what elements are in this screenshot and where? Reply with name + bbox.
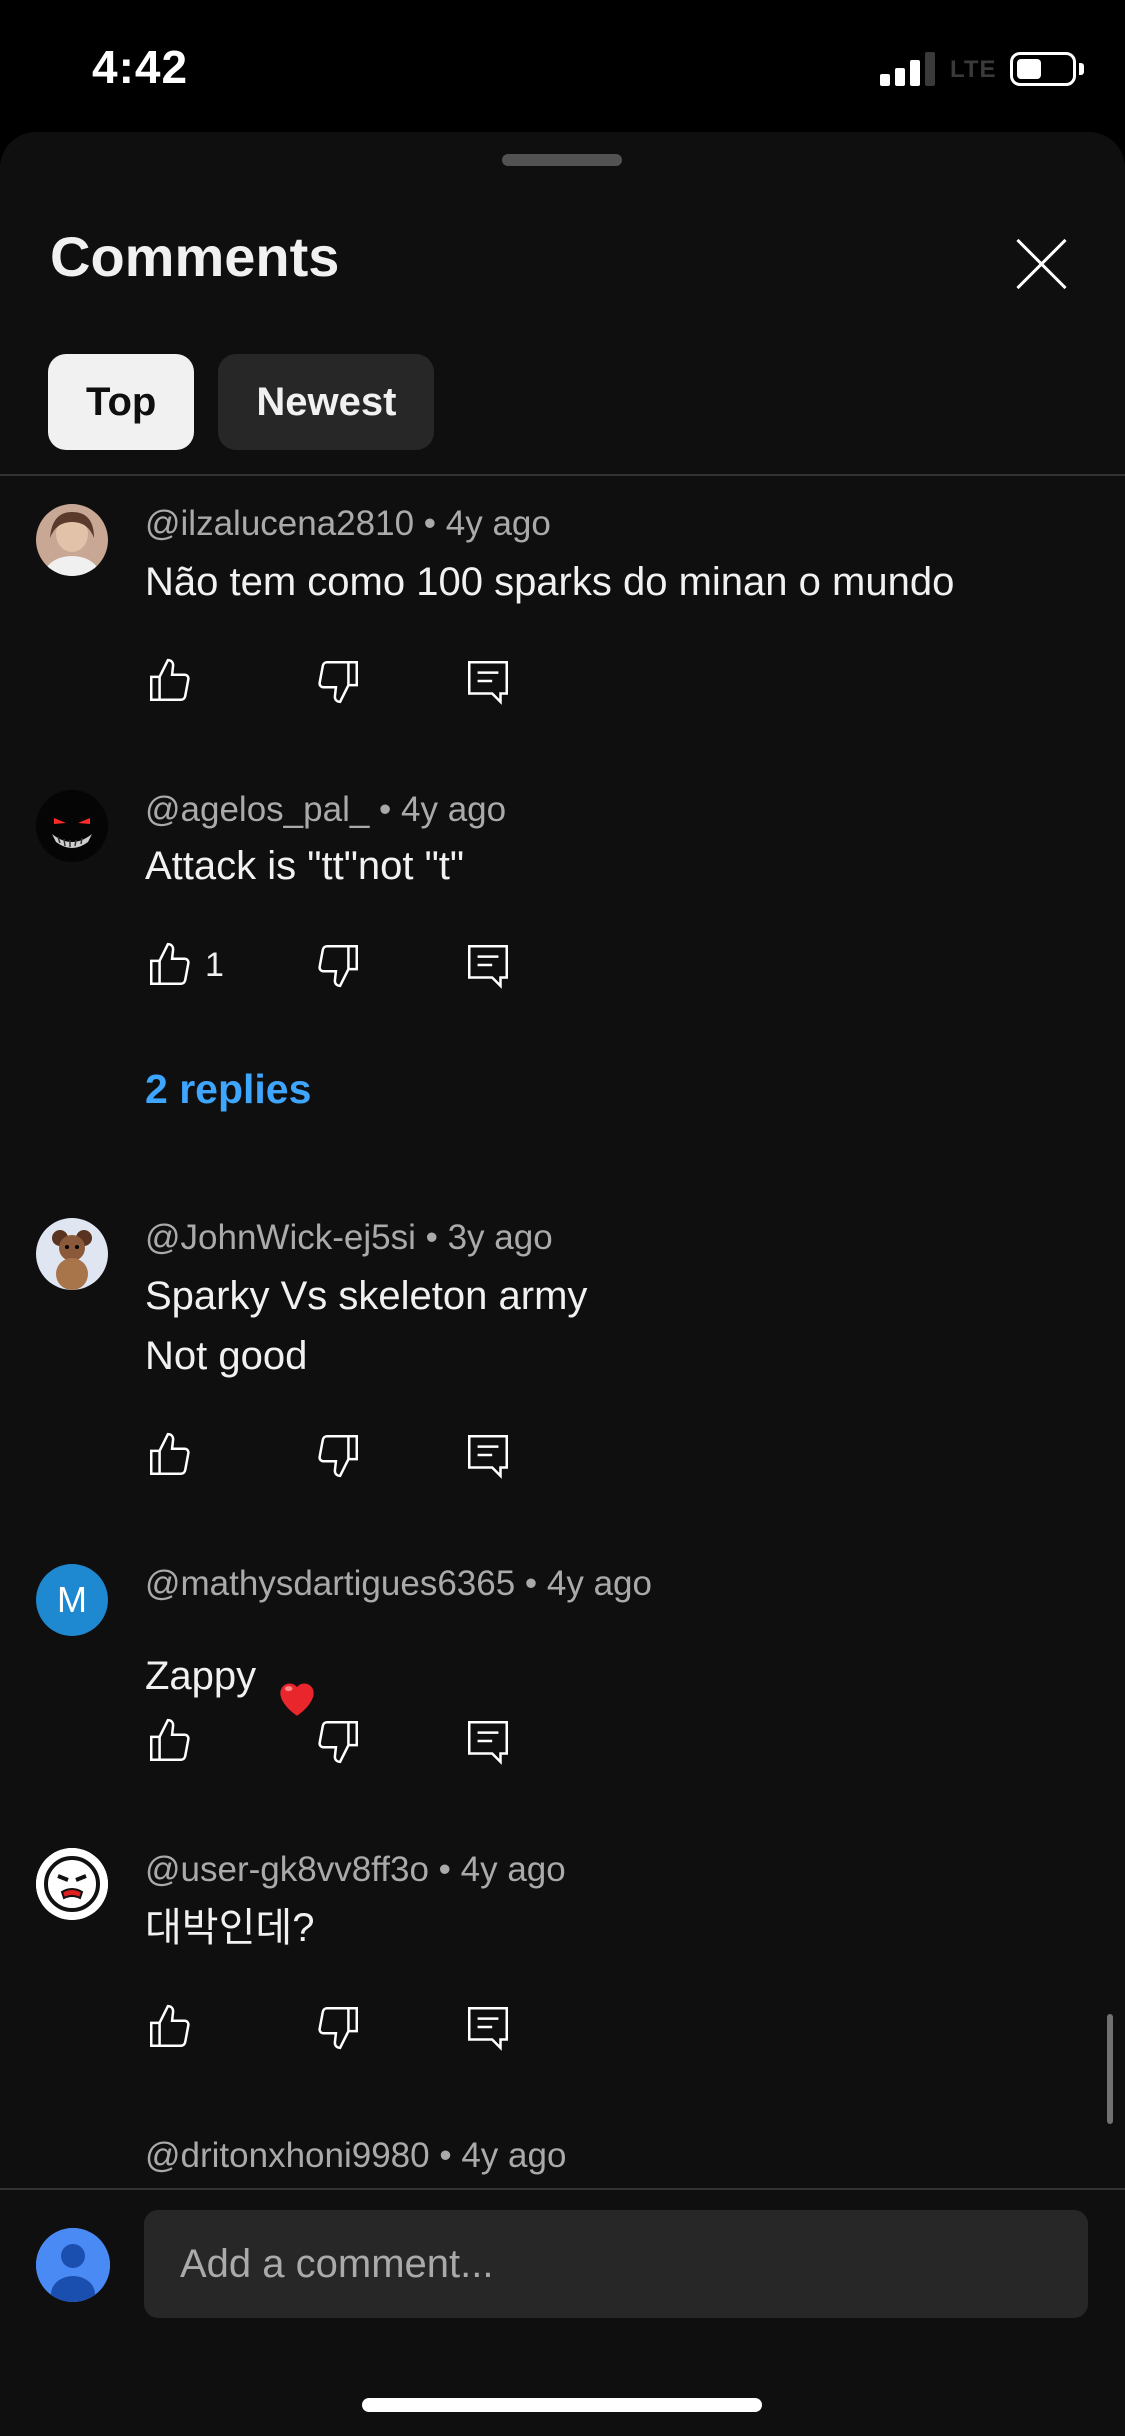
comment-meta: @ilzalucena2810 • 4y ago [145, 504, 551, 543]
comment-meta: @dritonxhoni9980 • 4y ago [145, 2136, 567, 2175]
sort-chips: Top Newest [48, 354, 435, 450]
comment-time: 4y ago [546, 1564, 652, 1603]
comment-author[interactable]: @ilzalucena2810 [145, 504, 414, 543]
like-icon[interactable] [145, 1430, 195, 1480]
sheet-grabber[interactable] [502, 154, 622, 166]
avatar-letter: M [57, 1579, 87, 1620]
status-time: 4:42 [92, 41, 189, 93]
dislike-icon[interactable] [313, 1430, 363, 1480]
comment-actions [145, 1716, 545, 1766]
scrollbar-thumb[interactable] [1107, 2014, 1113, 2124]
network-label: LTE [950, 56, 997, 83]
comment-text: Attack is "tt"not "t" [145, 844, 465, 888]
like-icon[interactable] [145, 940, 195, 990]
comment-text: Não tem como 100 sparks do minan o mundo [145, 560, 955, 604]
reply-icon[interactable] [463, 1716, 513, 1766]
comment-time: 4y ago [461, 2136, 567, 2175]
reply-icon[interactable] [463, 1430, 513, 1480]
comment-time: 4y ago [460, 1850, 566, 1889]
avatar[interactable] [36, 790, 108, 862]
avatar[interactable]: M [36, 1564, 108, 1636]
reply-icon[interactable] [463, 2002, 513, 2052]
comment-actions [145, 656, 545, 706]
comment-actions [145, 1430, 545, 1480]
comment-meta: @mathysdartigues6365 • 4y ago [145, 1564, 652, 1603]
home-indicator [362, 2398, 762, 2412]
comment-time: 3y ago [447, 1218, 553, 1257]
user-avatar [36, 2228, 110, 2302]
like-count: 1 [205, 946, 224, 984]
avatar[interactable] [36, 1848, 108, 1920]
reply-icon[interactable] [463, 940, 513, 990]
comment-composer [0, 2188, 1125, 2436]
comment-author[interactable]: @agelos_pal_ [145, 790, 369, 829]
comment-meta: @user-gk8vv8ff3o • 4y ago [145, 1850, 566, 1889]
comment-meta: @agelos_pal_ • 4y ago [145, 790, 507, 829]
comment-text: Sparky Vs skeleton army Not good [145, 1274, 588, 1378]
status-bar: 4:42 LTE [0, 0, 1125, 130]
comment-text: Zappy [145, 1653, 257, 1698]
comment-time: 4y ago [445, 504, 551, 543]
dislike-icon[interactable] [313, 940, 363, 990]
avatar[interactable] [36, 504, 108, 576]
dislike-icon[interactable] [313, 2002, 363, 2052]
like-icon[interactable] [145, 656, 195, 706]
battery-cap [1079, 63, 1084, 75]
chip-newest[interactable]: Newest [218, 354, 435, 450]
chip-top[interactable]: Top [48, 354, 195, 450]
close-icon[interactable] [1006, 228, 1076, 298]
comment-author[interactable]: @JohnWick-ej5si [145, 1218, 416, 1257]
comment-author[interactable]: @user-gk8vv8ff3o [145, 1850, 429, 1889]
comment-actions: 1 [145, 940, 545, 990]
replies-link[interactable]: 2 replies [145, 1066, 311, 1113]
like-icon[interactable] [145, 2002, 195, 2052]
dislike-icon[interactable] [313, 1716, 363, 1766]
comment-author[interactable]: @dritonxhoni9980 [145, 2136, 430, 2175]
comment-time: 4y ago [401, 790, 507, 829]
avatar[interactable] [36, 1218, 108, 1290]
signal-icon [880, 52, 936, 86]
battery-icon [1010, 52, 1076, 86]
header-divider [0, 474, 1125, 476]
comment-meta: @JohnWick-ej5si • 3y ago [145, 1218, 553, 1257]
sheet-title: Comments [50, 225, 340, 288]
comment-author[interactable]: @mathysdartigues6365 [145, 1564, 515, 1603]
dislike-icon[interactable] [313, 656, 363, 706]
comment-input[interactable] [144, 2210, 1088, 2318]
reply-icon[interactable] [463, 656, 513, 706]
like-icon[interactable] [145, 1716, 195, 1766]
comment-actions [145, 2002, 545, 2052]
comment-text: 대박인데? [145, 1906, 315, 1950]
